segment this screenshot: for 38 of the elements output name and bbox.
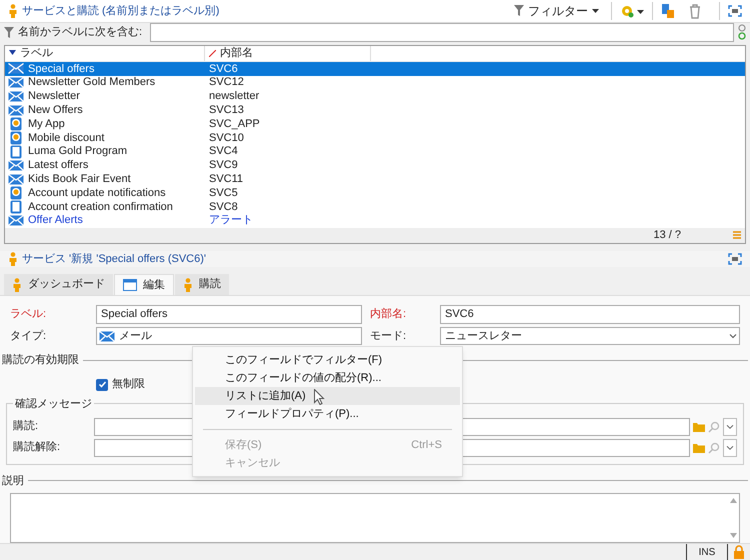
label-cell-text: Account update notifications — [28, 186, 166, 201]
label-cell-text: Special offers — [28, 62, 94, 77]
insert-mode: INS — [698, 546, 716, 560]
field-label: ラベル: — [10, 306, 48, 322]
name-cell-text: newsletter — [208, 89, 260, 104]
field-label: タイプ: — [10, 328, 48, 344]
label-cell-text: Newsletter — [28, 89, 80, 104]
row-count: 13 / ? — [653, 228, 681, 243]
filter-label: 名前かラベルに次を含む: — [18, 25, 144, 40]
name-cell-text: SVC11 — [208, 172, 244, 187]
name-cell-text: SVC9 — [208, 158, 239, 174]
name-cell-text: SVC12 — [208, 75, 245, 90]
detail-title: サービス '新規 'Special offers (SVC6)' — [22, 252, 206, 266]
panel-title: サービスと購読 (名前別またはラベル別) — [22, 4, 220, 19]
field-label: 購読: — [13, 419, 40, 434]
field-label: 購読解除: — [13, 440, 62, 456]
section-title: 購読の有効期限 — [2, 353, 79, 368]
name-cell-text: SVC5 — [208, 186, 239, 201]
name-cell-text: アラート — [208, 213, 254, 228]
field-label: 内部名: — [370, 306, 408, 322]
label-cell-text: Account creation confirmation — [28, 200, 173, 215]
field-label: モード: — [370, 328, 408, 344]
name-cell-text: SVC6 — [208, 62, 239, 77]
label-cell-text: Latest offers — [28, 158, 88, 174]
label-cell-text: Kids Book Fair Event — [28, 172, 131, 187]
label-cell-text: My App — [28, 116, 65, 132]
label-cell-text: Mobile discount — [28, 130, 104, 146]
name-cell-text: SVC10 — [208, 130, 245, 146]
name-cell-text: SVC_APP — [208, 116, 261, 132]
section-title: 説明 — [2, 474, 24, 488]
name-cell-text: SVC4 — [208, 144, 239, 160]
label-cell-text: Luma Gold Program — [28, 144, 128, 160]
label-cell-text: Newsletter Gold Members — [28, 75, 156, 90]
name-cell-text: SVC13 — [208, 102, 245, 118]
checkbox-label: 無制限 — [112, 377, 145, 392]
name-cell-text: SVC8 — [208, 200, 239, 215]
label-cell-text: New Offers — [28, 102, 83, 118]
label-cell-text: Offer Alerts — [28, 213, 83, 228]
